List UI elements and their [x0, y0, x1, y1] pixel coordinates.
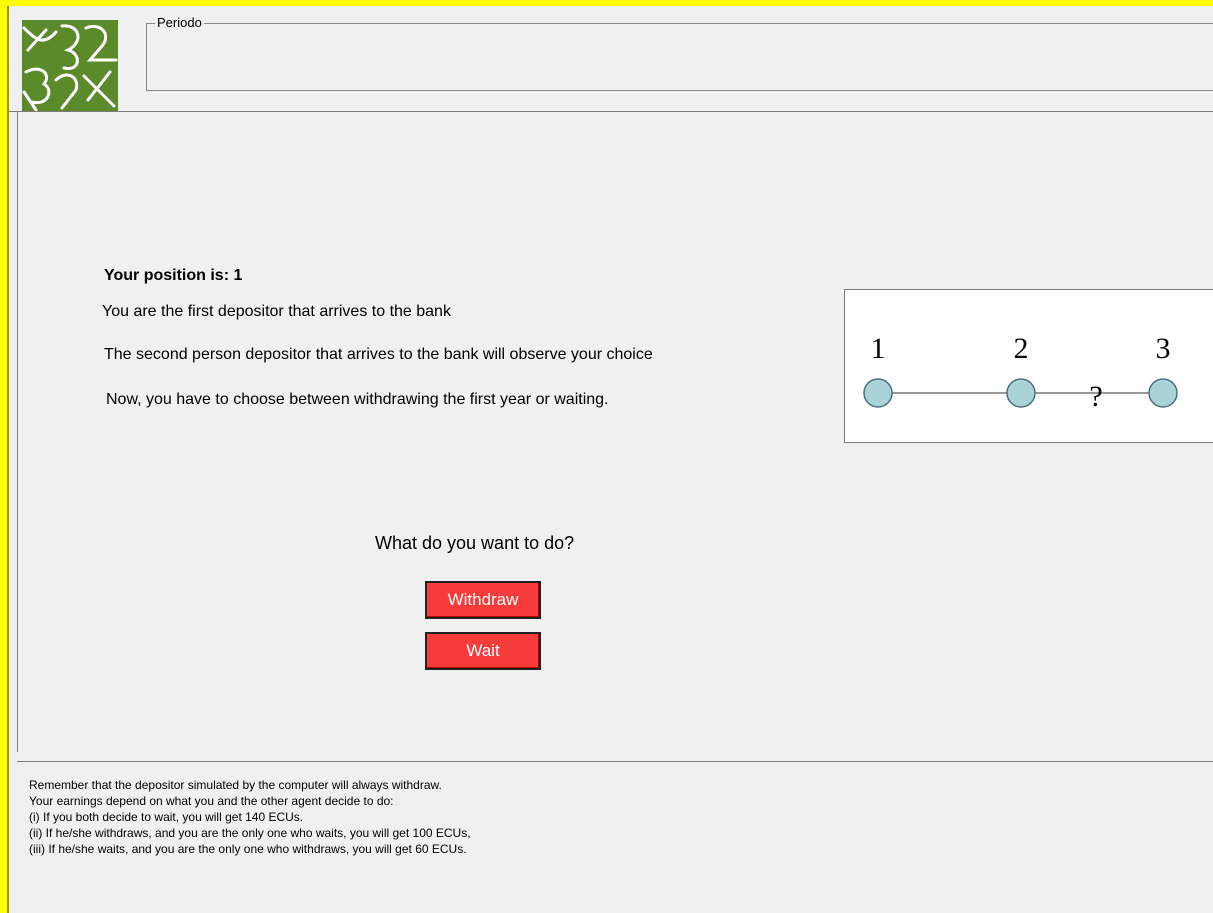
diagram-label-3: 3 — [1156, 332, 1171, 365]
question-text: What do you want to do? — [375, 533, 575, 553]
position-diagram: 1 2 3 ? — [844, 289, 1213, 443]
periodo-group-box: Periodo — [146, 16, 1213, 91]
diagram-label-2: 2 — [1014, 332, 1029, 365]
footer-line-1: Remember that the depositor simulated by… — [29, 778, 442, 792]
position-title: Your position is: 1 — [104, 267, 243, 284]
window-frame-left-shadow — [7, 6, 9, 913]
window-frame-left — [0, 0, 7, 913]
diagram-label-1: 1 — [871, 332, 886, 365]
main-panel: Your position is: 1 You are the first de… — [17, 112, 1213, 752]
diagram-node-1 — [863, 378, 893, 408]
footer-line-3: (i) If you both decide to wait, you will… — [29, 810, 304, 824]
header-panel: Periodo — [9, 6, 1213, 112]
withdraw-button[interactable]: Withdraw — [425, 581, 541, 619]
footer-line-5: (iii) If he/she waits, and you are the o… — [29, 842, 467, 856]
green-pattern-logo-icon — [22, 20, 118, 112]
instruction-line-2: The second person depositor that arrives… — [104, 346, 653, 363]
diagram-unknown-marker: ? — [1089, 380, 1102, 413]
footer-line-2: Your earnings depend on what you and the… — [29, 794, 394, 808]
diagram-node-3 — [1148, 378, 1178, 408]
periodo-label: Periodo — [155, 15, 204, 30]
instruction-line-1: You are the first depositor that arrives… — [102, 303, 451, 320]
footer-line-4: (ii) If he/she withdraws, and you are th… — [29, 826, 471, 840]
footer-info: Remember that the depositor simulated by… — [29, 777, 471, 857]
instruction-line-3: Now, you have to choose between withdraw… — [106, 391, 609, 408]
diagram-node-2 — [1006, 378, 1036, 408]
wait-button[interactable]: Wait — [425, 632, 541, 670]
footer-divider — [17, 761, 1213, 762]
